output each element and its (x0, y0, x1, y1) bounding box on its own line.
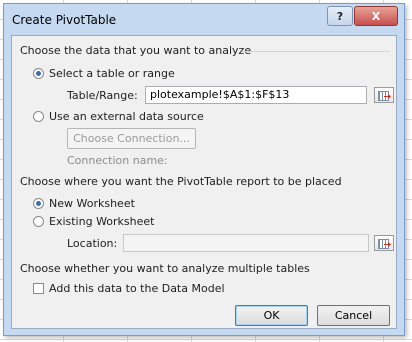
ok-button[interactable]: OK (235, 305, 308, 326)
existing-worksheet-label[interactable]: Existing Worksheet (49, 215, 154, 228)
range-selector-button[interactable] (374, 87, 394, 103)
connection-name-label: Connection name: (67, 154, 168, 167)
new-worksheet-label[interactable]: New Worksheet (49, 197, 135, 210)
close-icon: X (371, 9, 381, 23)
dialog-title: Create PivotTable (12, 13, 117, 27)
data-section-heading: Choose the data that you want to analyze (20, 44, 252, 57)
location-label: Location: (67, 237, 118, 250)
choose-connection-button[interactable]: Choose Connection... (67, 128, 196, 149)
title-bar: Create PivotTable ? X (4, 4, 404, 34)
select-table-label[interactable]: Select a table or range (49, 67, 175, 80)
new-worksheet-radio[interactable] (33, 198, 44, 209)
select-table-radio[interactable] (33, 68, 44, 79)
cancel-button[interactable]: Cancel (317, 305, 390, 326)
location-range-selector-button[interactable] (374, 235, 394, 251)
existing-worksheet-radio[interactable] (33, 216, 44, 227)
dialog-body: Choose the data that you want to analyze… (11, 35, 397, 329)
external-source-label[interactable]: Use an external data source (49, 110, 204, 123)
create-pivottable-dialog: Create PivotTable ? X Choose the data th… (3, 3, 405, 336)
table-range-label: Table/Range: (67, 89, 138, 102)
add-data-model-label[interactable]: Add this data to the Data Model (49, 282, 225, 295)
multiple-tables-section-heading: Choose whether you want to analyze multi… (20, 262, 310, 275)
question-mark-icon: ? (336, 9, 344, 23)
placement-section-heading: Choose where you want the PivotTable rep… (20, 175, 342, 188)
divider (242, 51, 390, 52)
location-input[interactable] (123, 234, 369, 252)
close-button[interactable]: X (354, 6, 398, 26)
add-data-model-checkbox[interactable] (33, 283, 44, 294)
table-range-input[interactable]: plotexample!$A$1:$F$13 (145, 86, 367, 104)
help-button[interactable]: ? (327, 6, 353, 26)
external-source-radio[interactable] (33, 111, 44, 122)
